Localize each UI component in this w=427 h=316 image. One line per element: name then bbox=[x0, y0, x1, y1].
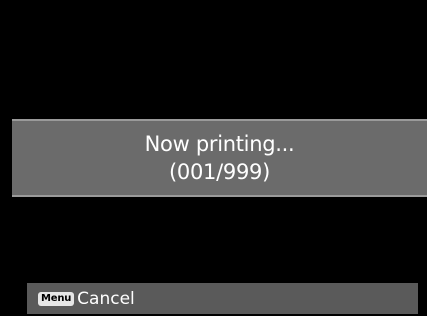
menu-button-icon[interactable]: Menu bbox=[38, 291, 75, 306]
printing-status-text: Now printing... bbox=[144, 132, 295, 156]
cancel-label: Cancel bbox=[77, 288, 135, 309]
camera-screen: Now printing... (001/999) Menu Cancel bbox=[0, 0, 427, 316]
printing-dialog: Now printing... (001/999) bbox=[12, 119, 427, 197]
print-progress-counter: (001/999) bbox=[169, 160, 270, 184]
cancel-hint-bar[interactable]: Menu Cancel bbox=[27, 283, 418, 314]
